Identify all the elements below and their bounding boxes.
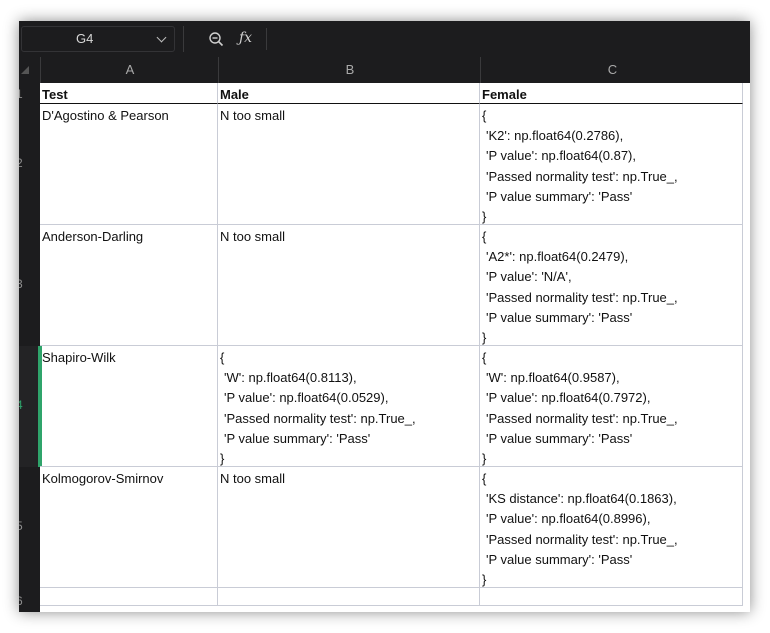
cell-c6[interactable] xyxy=(480,588,743,606)
cell-b6[interactable] xyxy=(218,588,480,606)
cell-b1[interactable]: Male xyxy=(218,83,480,104)
cell-a5[interactable]: Kolmogorov-Smirnov xyxy=(40,467,218,588)
select-all-corner[interactable] xyxy=(19,57,40,83)
chevron-down-icon[interactable] xyxy=(156,32,167,43)
cell-a1[interactable]: Test xyxy=(40,83,218,104)
cell-a4[interactable]: Shapiro-Wilk xyxy=(40,346,218,467)
row-headers: 1 2 3 4 5 6 xyxy=(19,83,40,612)
cell-c3[interactable]: { 'A2*': np.float64(0.2479), 'P value': … xyxy=(480,225,743,346)
row-header-4[interactable]: 4 xyxy=(19,346,40,467)
cell-reference: G4 xyxy=(76,31,94,46)
cell-b4[interactable]: { 'W': np.float64(0.8113), 'P value': np… xyxy=(218,346,480,467)
cell-a3[interactable]: Anderson-Darling xyxy=(40,225,218,346)
cell-c4[interactable]: { 'W': np.float64(0.9587), 'P value': np… xyxy=(480,346,743,467)
row-header-5[interactable]: 5 xyxy=(19,467,40,588)
cell-grid: Test Male Female D'Agostino & Pearson N … xyxy=(40,83,750,612)
cell-b3[interactable]: N too small xyxy=(218,225,480,346)
row-header-6[interactable]: 6 xyxy=(19,588,40,612)
cell-b2[interactable]: N too small xyxy=(218,104,480,225)
toolbar-divider xyxy=(183,26,184,52)
column-header-a[interactable]: A xyxy=(40,57,219,83)
formula-input[interactable] xyxy=(271,28,741,50)
formula-bar: G4 ƒx xyxy=(19,21,750,57)
toolbar-divider xyxy=(266,28,267,50)
cell-a2[interactable]: D'Agostino & Pearson xyxy=(40,104,218,225)
column-headers: A B C xyxy=(19,57,750,83)
cell-a6[interactable] xyxy=(40,588,218,606)
cell-c1[interactable]: Female xyxy=(480,83,743,104)
function-icon[interactable]: ƒx xyxy=(239,29,261,47)
row-header-1[interactable]: 1 xyxy=(19,83,40,104)
cell-c5[interactable]: { 'KS distance': np.float64(0.1863), 'P … xyxy=(480,467,743,588)
name-box[interactable]: G4 xyxy=(21,26,175,52)
column-header-c[interactable]: C xyxy=(480,57,744,83)
spreadsheet-window: G4 ƒx A B C 1 2 3 4 5 6 Test Male Female… xyxy=(19,21,750,612)
cell-c2[interactable]: { 'K2': np.float64(0.2786), 'P value': n… xyxy=(480,104,743,225)
column-header-b[interactable]: B xyxy=(218,57,481,83)
cell-b5[interactable]: N too small xyxy=(218,467,480,588)
row-header-3[interactable]: 3 xyxy=(19,225,40,346)
zoom-icon[interactable] xyxy=(208,31,224,47)
row-header-2[interactable]: 2 xyxy=(19,104,40,225)
